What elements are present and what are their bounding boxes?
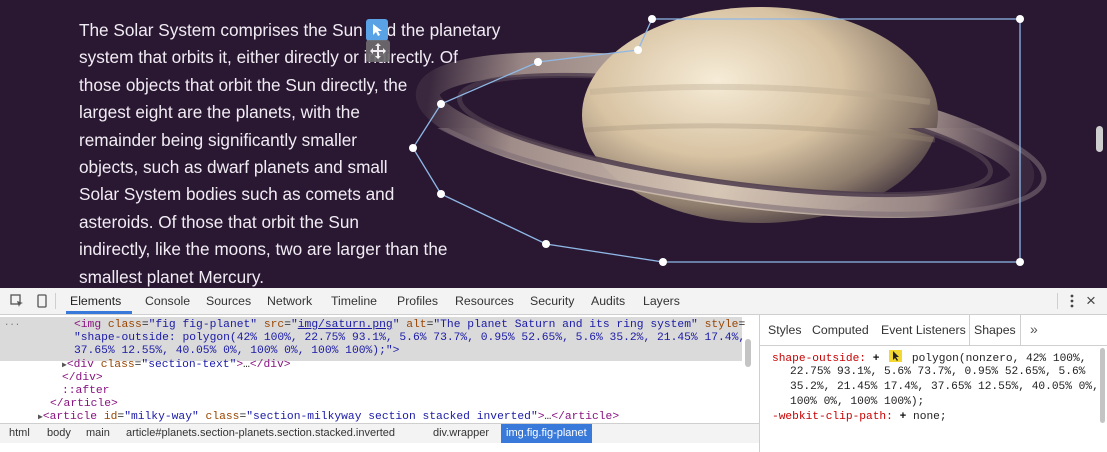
solar-system-paragraph: The Solar System comprises the Sun and t…: [79, 17, 519, 288]
sidebar-tabs: Styles Computed Event Listeners Shapes »: [760, 315, 1107, 346]
tab-resources[interactable]: Resources: [455, 288, 514, 314]
tab-profiles[interactable]: Profiles: [397, 288, 438, 314]
dom-article-close[interactable]: </article>: [50, 398, 118, 411]
paragraph-line: The Solar System comprises the Sun and t…: [79, 20, 501, 40]
clip-path-property[interactable]: -webkit-clip-path:: [772, 411, 893, 423]
tab-timeline[interactable]: Timeline: [331, 288, 377, 314]
shapes-pane: shape-outside: + polygon(nonzero, 42% 10…: [760, 346, 1107, 452]
inspect-element-icon[interactable]: [9, 293, 25, 309]
shape-select-cursor-icon[interactable]: [366, 19, 388, 41]
shape-outside-value-line: 100% 0%, 100% 100%);: [790, 396, 925, 408]
devtools-toolbar: Elements Console Sources Network Timelin…: [0, 288, 1107, 315]
dom-node-article-milkyway[interactable]: ▶<article id="milky-way" class="section-…: [38, 411, 619, 423]
more-tabs-chevron-icon[interactable]: »: [1030, 315, 1038, 345]
tab-styles[interactable]: Styles: [768, 315, 802, 345]
tab-security[interactable]: Security: [530, 288, 574, 314]
shape-point-handle: [648, 15, 656, 23]
page-scrollbar[interactable]: [1096, 126, 1103, 152]
shape-point-handle: [1016, 258, 1024, 266]
shape-outside-value-line: 22.75% 93.1%, 5.6% 73.7%, 0.95% 52.65%, …: [790, 366, 1086, 378]
sidebar-scrollbar[interactable]: [1100, 348, 1105, 423]
paragraph-line: asteroids. Of those that orbit the Sun: [79, 211, 359, 232]
dom-node-img[interactable]: <img class="fig fig-planet" src="img/sat…: [74, 319, 745, 332]
shape-outside-value-line: 35.2%, 21.45% 17.4%, 37.65% 12.55%, 40.0…: [790, 381, 1099, 393]
devtools-panel: Elements Console Sources Network Timelin…: [0, 288, 1107, 452]
device-mode-icon[interactable]: [34, 293, 50, 309]
shape-point-handle: [634, 46, 642, 54]
paragraph-line: objects, such as dwarf planets and small: [79, 157, 388, 178]
dom-div-close[interactable]: </div>: [62, 372, 103, 385]
paragraph-line: remainder being significantly smaller: [79, 129, 357, 150]
breadcrumb-item[interactable]: article#planets.section-planets.section.…: [126, 424, 395, 443]
dom-pseudo-after[interactable]: ::after: [62, 385, 109, 398]
tab-console[interactable]: Console: [145, 288, 190, 314]
close-devtools-button[interactable]: ×: [1086, 288, 1096, 314]
paragraph-line: Solar System bodies such as comets and: [79, 184, 395, 205]
selected-node-marker: ···: [4, 320, 21, 330]
dom-tree-scrollbar[interactable]: [745, 339, 751, 367]
paragraph-line: system that orbits it, either directly o…: [79, 47, 458, 68]
toolbar-divider: [1057, 293, 1058, 309]
toolbar-divider: [55, 293, 56, 309]
shape-point-handle: [534, 58, 542, 66]
paragraph-line: those objects that orbit the Sun directl…: [79, 74, 408, 95]
dom-img-style-line: 37.65% 12.55%, 40.05% 0%, 100% 0%, 100% …: [74, 345, 400, 357]
clip-path-value[interactable]: none;: [913, 411, 947, 423]
tab-computed[interactable]: Computed: [812, 315, 869, 345]
breadcrumb-item[interactable]: div.wrapper: [433, 424, 489, 443]
shape-point-handle: [659, 258, 667, 266]
breadcrumb-item[interactable]: main: [86, 424, 110, 443]
add-shape-icon[interactable]: +: [900, 411, 907, 423]
tab-network[interactable]: Network: [267, 288, 312, 314]
tab-shapes[interactable]: Shapes: [969, 315, 1021, 345]
breadcrumb-item[interactable]: html: [9, 424, 30, 443]
breadcrumb-item-selected[interactable]: img.fig.fig-planet: [501, 424, 592, 443]
breadcrumb: html body main article#planets.section-p…: [0, 423, 759, 443]
shape-point-handle: [1016, 15, 1024, 23]
clip-path-declaration: -webkit-clip-path: + none;: [772, 410, 947, 425]
breadcrumb-item[interactable]: body: [47, 424, 71, 443]
tab-sources[interactable]: Sources: [206, 288, 251, 314]
tab-event-listeners[interactable]: Event Listeners: [881, 315, 966, 345]
more-vertical-icon[interactable]: [1064, 293, 1080, 309]
shape-outside-declaration: shape-outside: + polygon(nonzero, 42% 10…: [772, 350, 1086, 365]
shape-point-handle: [542, 240, 550, 248]
add-shape-icon[interactable]: +: [873, 353, 880, 365]
shape-outside-value[interactable]: polygon(nonzero, 42% 100%,: [912, 353, 1087, 365]
shape-editor-toggle-icon[interactable]: [889, 350, 903, 362]
page-viewport: The Solar System comprises the Sun and t…: [0, 0, 1107, 288]
dom-node-section-text[interactable]: ▶<div class="section-text">…</div>: [62, 359, 291, 372]
dom-img-style-line: "shape-outside: polygon(42% 100%, 22.75%…: [74, 332, 746, 344]
paragraph-line: smallest planet Mercury.: [79, 266, 264, 287]
shape-outside-property[interactable]: shape-outside:: [772, 353, 866, 365]
tab-audits[interactable]: Audits: [591, 288, 625, 314]
paragraph-line: largest eight are the planets, with the: [79, 102, 360, 123]
img-src-link[interactable]: img/saturn.png: [298, 319, 393, 331]
styles-sidebar: Styles Computed Event Listeners Shapes »…: [759, 315, 1107, 452]
move-cursor-icon: [366, 40, 390, 62]
paragraph-line: indirectly, like the moons, two are larg…: [79, 239, 448, 260]
tab-layers[interactable]: Layers: [643, 288, 680, 314]
active-tab-indicator: [66, 311, 132, 314]
dom-tree: ··· <img class="fig fig-planet" src="img…: [0, 315, 759, 423]
